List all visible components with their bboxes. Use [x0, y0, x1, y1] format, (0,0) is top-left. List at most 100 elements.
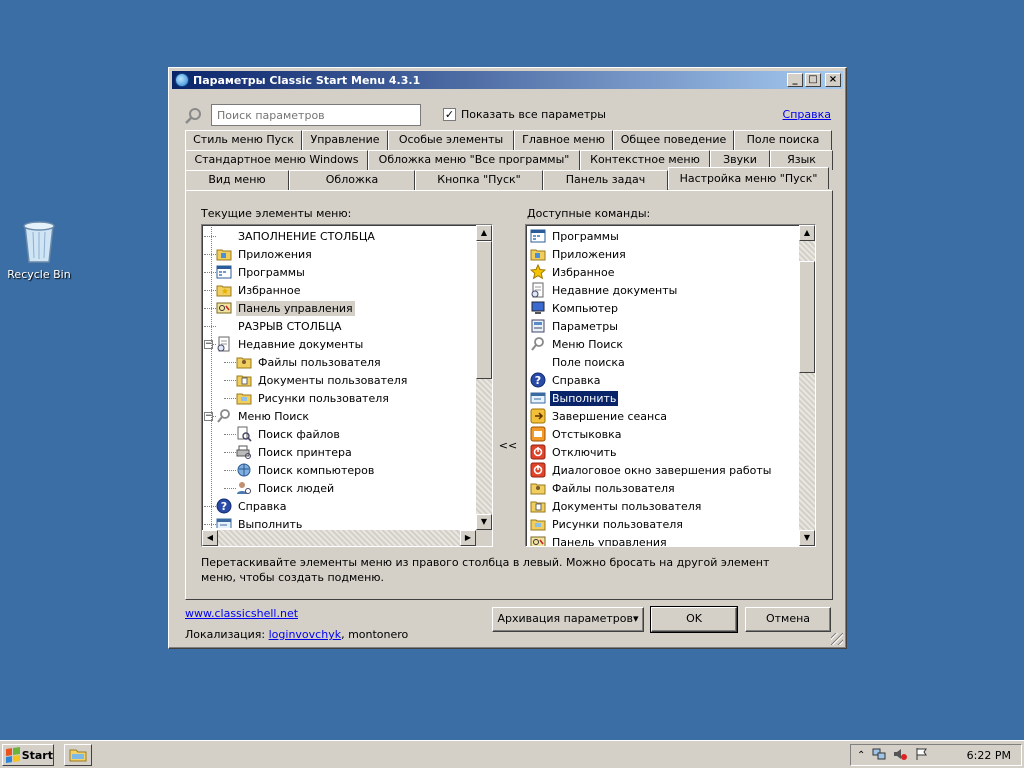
list-item[interactable]: Файлы пользователя: [528, 479, 797, 497]
list-item[interactable]: Диалоговое окно завершения работы: [528, 461, 797, 479]
tab-row1-3[interactable]: Главное меню: [514, 130, 613, 150]
list-item-label: Программы: [552, 229, 619, 243]
scroll-left-button[interactable]: ◀: [202, 530, 218, 546]
settings-icon: [530, 318, 546, 334]
list-item-label: Поиск файлов: [258, 427, 340, 441]
list-item[interactable]: Рисунки пользователя: [528, 515, 797, 533]
recycle-bin[interactable]: Recycle Bin: [6, 216, 72, 281]
tab-row1-1[interactable]: Управление: [302, 130, 388, 150]
tab-row1-5[interactable]: Поле поиска: [734, 130, 832, 150]
list-item[interactable]: Панель управления: [528, 533, 797, 546]
list-item[interactable]: Поиск принтера: [204, 443, 474, 461]
tab-row1-4[interactable]: Общее поведение: [613, 130, 734, 150]
settings-window: Параметры Classic Start Menu 4.3.1 _ □ ×…: [168, 67, 847, 649]
list-item[interactable]: Избранное: [528, 263, 797, 281]
list-item[interactable]: Завершение сеанса: [528, 407, 797, 425]
add-item-button[interactable]: <<: [494, 439, 522, 452]
network-icon[interactable]: [872, 747, 886, 764]
list-item[interactable]: Избранное: [204, 281, 474, 299]
scroll-right-button[interactable]: ▶: [460, 530, 476, 546]
list-item[interactable]: ? Справка: [204, 497, 474, 515]
list-item[interactable]: Поиск компьютеров: [204, 461, 474, 479]
minimize-button[interactable]: _: [787, 73, 803, 87]
run-icon: [216, 516, 232, 528]
list-item[interactable]: РАЗРЫВ СТОЛБЦА: [204, 317, 474, 335]
search-input[interactable]: [211, 104, 421, 126]
list-item[interactable]: Файлы пользователя: [204, 353, 474, 371]
scroll-up-button[interactable]: ▲: [476, 225, 492, 241]
list-item[interactable]: Выполнить: [528, 389, 797, 407]
list-item-label: Поле поиска: [552, 355, 625, 369]
maximize-button[interactable]: □: [805, 73, 821, 87]
list-item[interactable]: Приложения: [204, 245, 474, 263]
scroll-down-button[interactable]: ▼: [476, 514, 492, 530]
cancel-button[interactable]: Отмена: [745, 607, 831, 632]
scroll-thumb[interactable]: [476, 241, 492, 379]
tab-row3-4[interactable]: Настройка меню "Пуск": [668, 167, 829, 189]
list-item-label: Избранное: [238, 283, 301, 297]
list-item[interactable]: Приложения: [528, 245, 797, 263]
tab-row1-0[interactable]: Стиль меню Пуск: [185, 130, 302, 150]
ok-button[interactable]: OK: [650, 606, 738, 633]
show-all-checkbox[interactable]: ✓: [443, 108, 456, 121]
list-item[interactable]: Недавние документы: [528, 281, 797, 299]
list-item[interactable]: Поле поиска: [528, 353, 797, 371]
tab-row2-1[interactable]: Обложка меню "Все программы": [368, 150, 580, 170]
tab-row3-0[interactable]: Вид меню: [185, 170, 289, 190]
right-vertical-scrollbar[interactable]: ▲ ▼: [799, 225, 815, 546]
list-item[interactable]: ? Справка: [528, 371, 797, 389]
scroll-thumb[interactable]: [799, 261, 815, 373]
user-files-icon: [530, 480, 546, 496]
list-item[interactable]: Программы: [528, 227, 797, 245]
list-item[interactable]: Меню Поиск: [528, 335, 797, 353]
left-vertical-scrollbar[interactable]: ▲ ▼: [476, 225, 492, 530]
list-item[interactable]: Выполнить: [204, 515, 474, 528]
scroll-up-button[interactable]: ▲: [799, 225, 815, 241]
tab-row3-1[interactable]: Обложка: [289, 170, 415, 190]
list-item[interactable]: Поиск людей: [204, 479, 474, 497]
volume-muted-icon[interactable]: [893, 747, 908, 764]
list-item[interactable]: − Недавние документы: [204, 335, 474, 353]
list-item[interactable]: Документы пользователя: [204, 371, 474, 389]
scroll-down-button[interactable]: ▼: [799, 530, 815, 546]
list-item[interactable]: Параметры: [528, 317, 797, 335]
title-bar[interactable]: Параметры Classic Start Menu 4.3.1 _ □ ×: [172, 71, 843, 89]
current-items-tree[interactable]: ЗАПОЛНЕНИЕ СТОЛБЦА Приложения Программы Изб…: [201, 224, 493, 547]
left-horizontal-scrollbar[interactable]: ◀ ▶: [202, 530, 476, 546]
tab-row1-2[interactable]: Особые элементы: [388, 130, 514, 150]
tab-row3-3[interactable]: Панель задач: [543, 170, 668, 190]
list-item[interactable]: Отключить: [528, 443, 797, 461]
list-item[interactable]: ЗАПОЛНЕНИЕ СТОЛБЦА: [204, 227, 474, 245]
show-all-option[interactable]: ✓ Показать все параметры: [443, 108, 606, 121]
list-item-label: Недавние документы: [552, 283, 678, 297]
tab-row2-0[interactable]: Стандартное меню Windows: [185, 150, 368, 170]
close-button[interactable]: ×: [825, 73, 841, 87]
backup-settings-button[interactable]: Архивация параметров▾: [492, 607, 644, 632]
help-link[interactable]: Справка: [783, 108, 831, 121]
website-link[interactable]: www.classicshell.net: [185, 607, 298, 620]
none-icon: [216, 228, 232, 244]
windows-flag-icon: [6, 747, 20, 763]
tree-guide-line: [211, 227, 212, 528]
programs-icon: [216, 264, 232, 280]
user-pictures-icon: [236, 390, 252, 406]
list-item-label: Завершение сеанса: [552, 409, 668, 423]
list-item[interactable]: Поиск файлов: [204, 425, 474, 443]
explorer-quicklaunch[interactable]: [64, 744, 92, 766]
resize-grip[interactable]: [831, 633, 843, 645]
tab-row3-2[interactable]: Кнопка "Пуск": [415, 170, 543, 190]
list-item[interactable]: Документы пользователя: [528, 497, 797, 515]
list-item[interactable]: Программы: [204, 263, 474, 281]
show-hidden-icons-icon[interactable]: ⌃: [857, 750, 865, 761]
logoff-icon: [530, 408, 546, 424]
action-center-flag-icon[interactable]: [914, 747, 928, 764]
clock[interactable]: 6:22 PM: [967, 749, 1011, 762]
list-item[interactable]: Компьютер: [528, 299, 797, 317]
list-item[interactable]: Отстыковка: [528, 425, 797, 443]
list-item[interactable]: − Меню Поиск: [204, 407, 474, 425]
list-item[interactable]: Панель управления: [204, 299, 474, 317]
list-item[interactable]: Рисунки пользователя: [204, 389, 474, 407]
locale-author-link[interactable]: loginvovchyk: [269, 628, 341, 641]
available-commands-list[interactable]: Программы Приложения Избранное Недавние док…: [525, 224, 816, 547]
start-button[interactable]: Start: [2, 744, 54, 766]
